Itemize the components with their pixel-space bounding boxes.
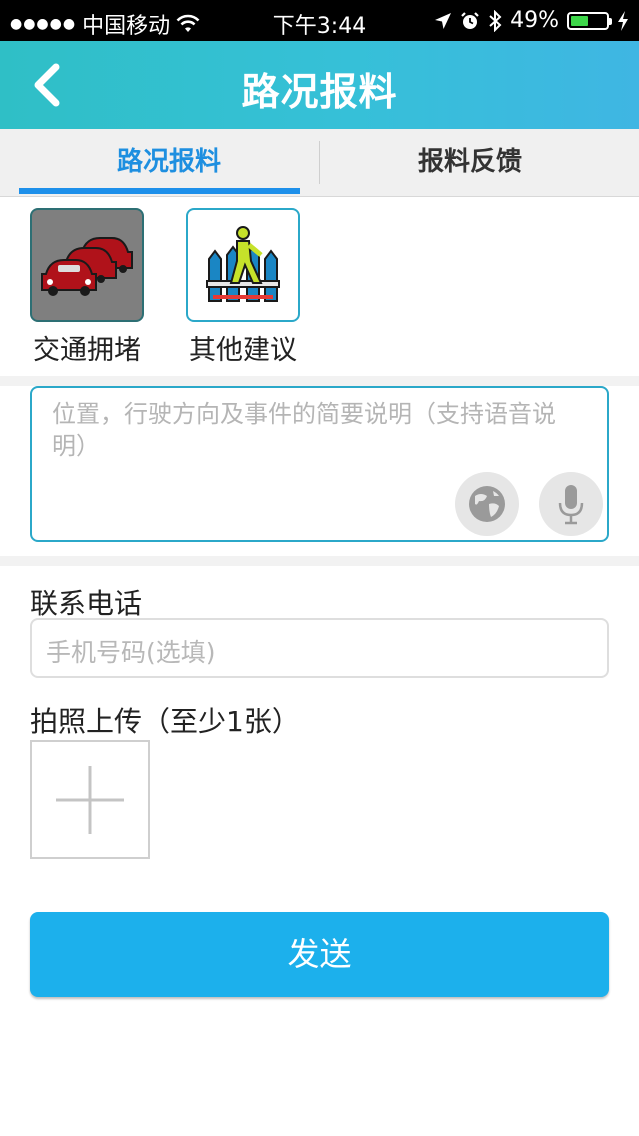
status-bar: ●●●●● 中国移动 下午3:44 49% [0,0,639,41]
section-divider [0,376,639,386]
tab-label: 报料反馈 [417,147,522,177]
description-placeholder: 位置，行驶方向及事件的简要说明（支持语音说明） [52,400,556,460]
bluetooth-icon [489,9,502,32]
tab-active-indicator [19,188,300,194]
charging-bolt-icon [618,10,628,31]
tab-label: 路况报料 [116,147,221,177]
phone-input[interactable]: 手机号码(选填) [30,618,609,678]
microphone-icon [558,485,584,525]
plus-icon [56,766,124,834]
traffic-jam-icon [41,237,133,296]
phone-placeholder: 手机号码(选填) [46,638,216,667]
tab-report-feedback[interactable]: 报料反馈 [320,129,620,196]
category-label: 其他建议 [189,335,297,366]
globe-icon [469,486,505,522]
tab-road-report[interactable]: 路况报料 [19,129,319,196]
contact-label: 联系电话 [30,587,143,620]
page-title: 路况报料 [241,70,398,114]
alarm-icon [461,11,479,29]
section-divider [0,556,639,566]
add-photo-button[interactable] [30,740,150,859]
battery-percent: 49% [510,8,559,33]
photo-upload-label: 拍照上传（至少1张） [30,705,300,738]
category-other-suggestion[interactable]: 其他建议 [186,208,300,367]
battery-icon [567,11,612,30]
other-suggestion-icon [206,226,280,302]
navigation-bar: 路况报料 [0,41,639,129]
category-traffic-jam[interactable]: 交通拥堵 [30,208,144,367]
voice-input-button[interactable] [539,472,603,536]
tab-bar: 路况报料 报料反馈 [0,129,639,197]
location-arrow-icon [435,12,452,29]
send-button[interactable]: 发送 [30,912,609,997]
description-textarea[interactable]: 位置，行驶方向及事件的简要说明（支持语音说明） [30,386,609,542]
location-button[interactable] [455,472,519,536]
category-label: 交通拥堵 [33,335,141,366]
